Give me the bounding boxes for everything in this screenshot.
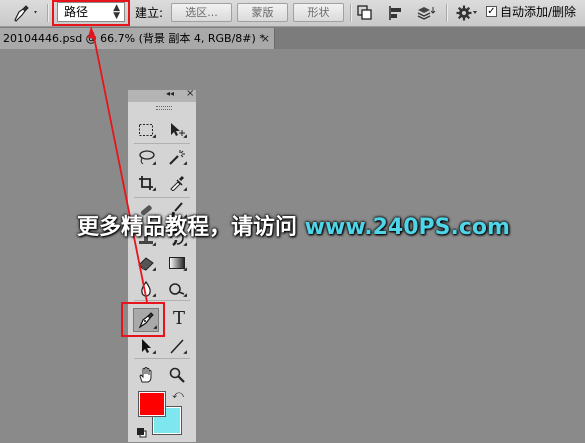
watermark-url: www.240PS.com (304, 215, 510, 240)
watermark-text: 更多精品教程，请访问 (77, 215, 305, 240)
watermark: 更多精品教程，请访问 www.240PS.com (77, 209, 510, 241)
